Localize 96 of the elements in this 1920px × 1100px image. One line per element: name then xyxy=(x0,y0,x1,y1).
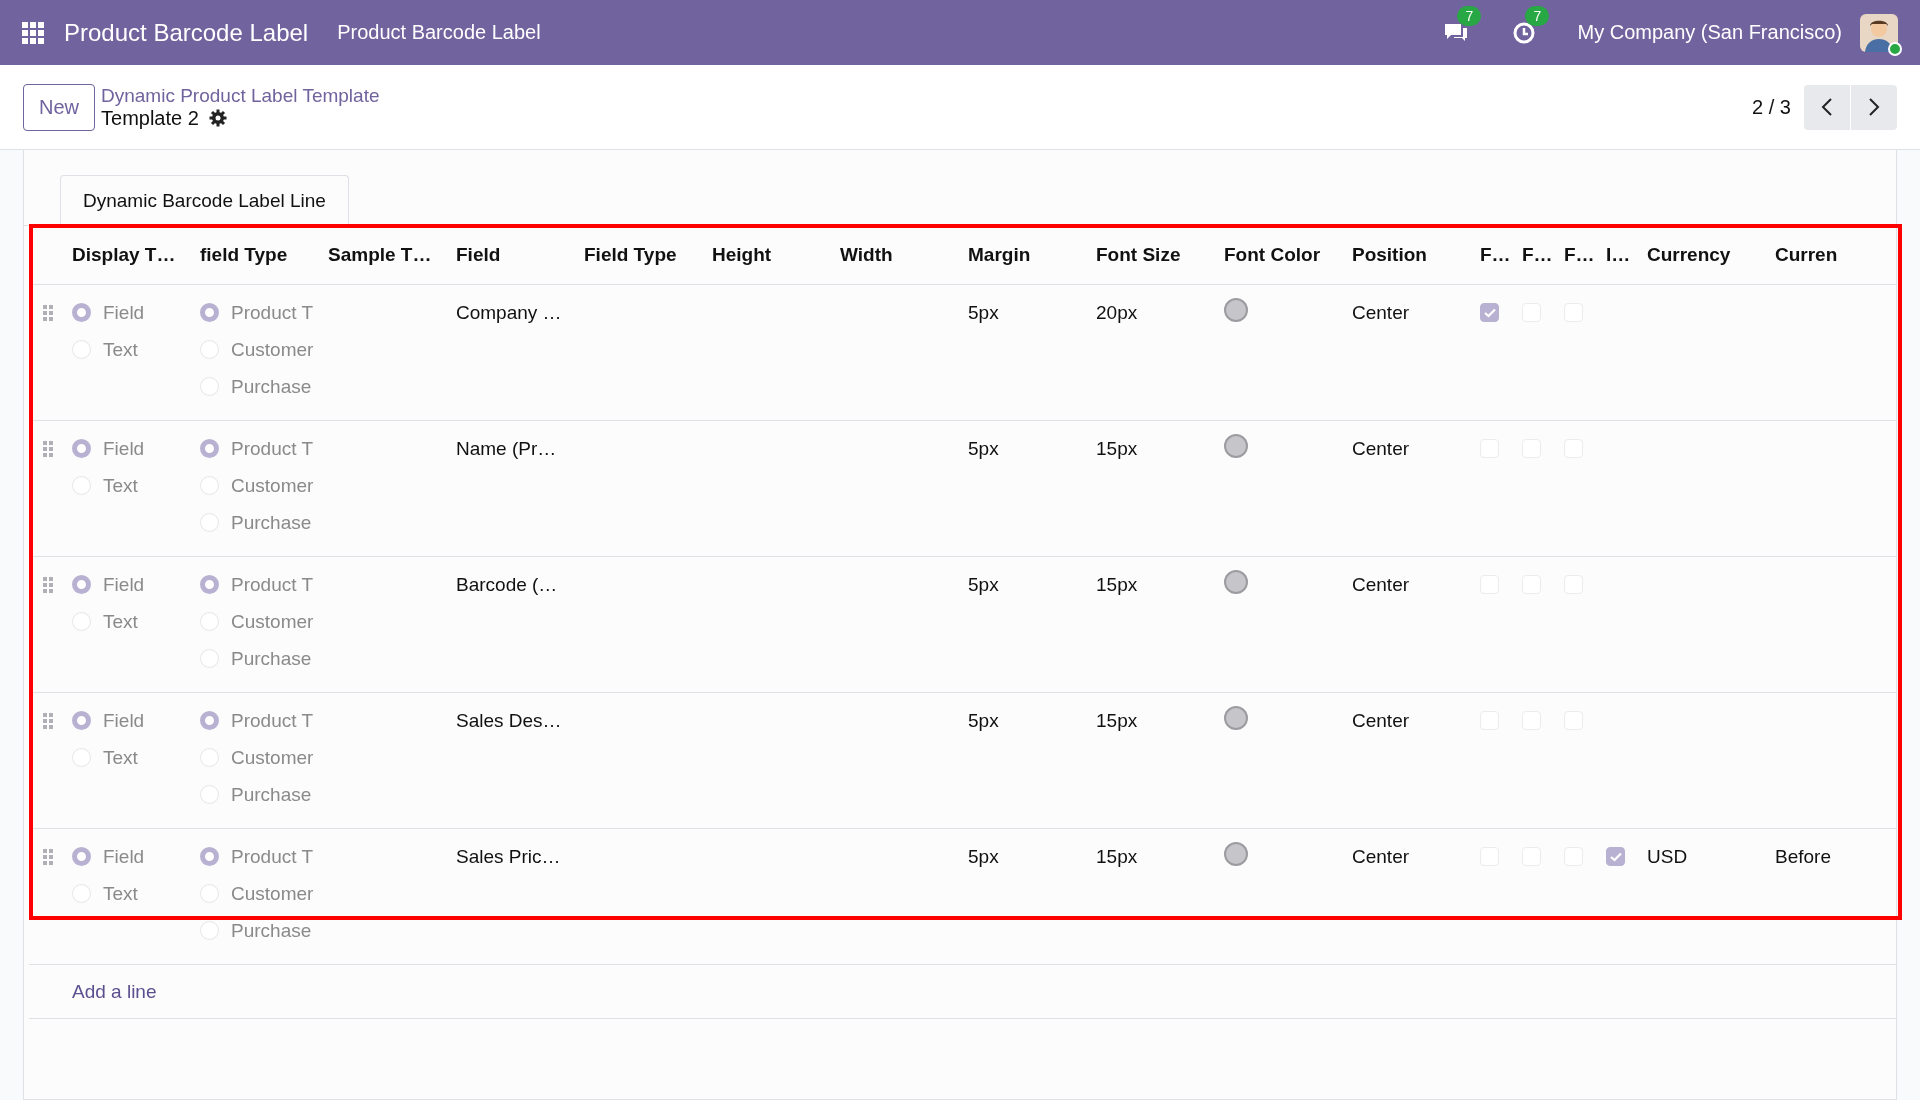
new-button[interactable]: New xyxy=(23,83,95,131)
chevron-right-icon xyxy=(1868,97,1880,117)
radio-option[interactable]: Purchase xyxy=(200,912,328,949)
table-cell: 15px xyxy=(1096,574,1138,595)
table-cell: Center xyxy=(1352,846,1410,867)
color-swatch[interactable] xyxy=(1224,842,1248,866)
table-cell: USD xyxy=(1647,846,1688,867)
radio-option[interactable]: Purchase xyxy=(200,776,328,813)
table-cell: Sales Des… xyxy=(456,710,562,731)
table-cell: 5px xyxy=(968,846,999,867)
table-cell: Company … xyxy=(456,302,562,323)
drag-handle-icon[interactable] xyxy=(43,304,53,321)
table-cell: 15px xyxy=(1096,438,1138,459)
message-count-badge: 7 xyxy=(1457,5,1482,26)
drag-handle-icon[interactable] xyxy=(43,712,53,729)
table-cell: 5px xyxy=(968,302,999,323)
radio-option[interactable]: Customer xyxy=(200,739,328,776)
checkbox[interactable] xyxy=(1606,847,1625,866)
radio-option[interactable]: Product T xyxy=(200,294,328,331)
radio-option[interactable]: Text xyxy=(72,739,200,776)
radio-option[interactable]: Text xyxy=(72,875,200,912)
column-header[interactable]: Display T… xyxy=(72,244,200,266)
table-cell: 5px xyxy=(968,574,999,595)
radio-option[interactable]: Field xyxy=(72,838,200,875)
radio-option[interactable]: Field xyxy=(72,430,200,467)
table-cell: 5px xyxy=(968,438,999,459)
radio-option[interactable]: Customer xyxy=(200,467,328,504)
radio-option[interactable]: Field xyxy=(72,566,200,603)
column-header[interactable]: I… xyxy=(1606,244,1647,266)
color-swatch[interactable] xyxy=(1224,434,1248,458)
radio-option[interactable]: Field xyxy=(72,702,200,739)
radio-option[interactable]: Customer xyxy=(200,875,328,912)
color-swatch[interactable] xyxy=(1224,298,1248,322)
radio-option[interactable]: Purchase xyxy=(200,368,328,405)
table-cell: 20px xyxy=(1096,302,1138,323)
table-cell: Center xyxy=(1352,302,1410,323)
table-cell: 15px xyxy=(1096,846,1138,867)
color-swatch[interactable] xyxy=(1224,570,1248,594)
column-header[interactable]: Margin xyxy=(968,244,1096,266)
add-line-link[interactable]: Add a line xyxy=(72,980,157,1003)
table-cell: Barcode (… xyxy=(456,574,558,595)
column-header[interactable]: F… xyxy=(1522,244,1564,266)
column-header[interactable]: Font Size xyxy=(1096,244,1224,266)
radio-option[interactable]: Customer xyxy=(200,331,328,368)
record-title: Template 2 xyxy=(101,106,199,130)
table-cell: 5px xyxy=(968,710,999,731)
breadcrumb-link[interactable]: Dynamic Product Label Template xyxy=(101,84,380,107)
table-cell: Center xyxy=(1352,574,1410,595)
radio-option[interactable]: Purchase xyxy=(200,640,328,677)
previous-button[interactable] xyxy=(1804,84,1850,130)
activity-count-badge: 7 xyxy=(1525,5,1550,26)
radio-option[interactable]: Text xyxy=(72,331,200,368)
table-cell: Before xyxy=(1775,846,1831,867)
menu-item[interactable]: Product Barcode Label xyxy=(337,21,541,44)
check-icon xyxy=(1609,851,1622,862)
table-cell: Name (Pr… xyxy=(456,438,557,459)
column-header[interactable]: Sample T… xyxy=(328,244,456,266)
drag-handle-icon[interactable] xyxy=(43,576,53,593)
radio-option[interactable]: Text xyxy=(72,467,200,504)
column-header[interactable]: F… xyxy=(1564,244,1606,266)
column-header[interactable]: Currency xyxy=(1647,244,1775,266)
chevron-left-icon xyxy=(1821,97,1833,117)
column-header[interactable]: field Type xyxy=(200,244,328,266)
column-header[interactable]: Field xyxy=(456,244,584,266)
radio-option[interactable]: Customer xyxy=(200,603,328,640)
column-header[interactable]: Width xyxy=(840,244,968,266)
column-header[interactable]: Height xyxy=(712,244,840,266)
column-header[interactable]: Position xyxy=(1352,244,1480,266)
radio-option[interactable]: Text xyxy=(72,603,200,640)
clock-icon[interactable] xyxy=(1512,20,1537,45)
table-cell: Center xyxy=(1352,438,1410,459)
checkbox[interactable] xyxy=(1480,303,1499,322)
table-cell: 15px xyxy=(1096,710,1138,731)
drag-handle-icon[interactable] xyxy=(43,848,53,865)
check-icon xyxy=(1483,307,1496,318)
radio-option[interactable]: Product T xyxy=(200,430,328,467)
tab[interactable]: Dynamic Barcode Label Line xyxy=(60,175,349,226)
radio-option[interactable]: Purchase xyxy=(200,504,328,541)
color-swatch[interactable] xyxy=(1224,706,1248,730)
table-cell: Center xyxy=(1352,710,1410,731)
radio-option[interactable]: Product T xyxy=(200,838,328,875)
settings-icon[interactable] xyxy=(208,109,227,127)
column-header[interactable]: F… xyxy=(1480,244,1522,266)
company-switcher[interactable]: My Company (San Francisco) xyxy=(1577,21,1842,44)
app-grid-icon[interactable] xyxy=(22,21,44,44)
column-header[interactable]: Font Color xyxy=(1224,244,1352,266)
drag-handle-icon[interactable] xyxy=(43,440,53,457)
next-button[interactable] xyxy=(1851,84,1897,130)
radio-option[interactable]: Product T xyxy=(200,566,328,603)
pager-counter: 2 / 3 xyxy=(1752,95,1791,119)
app-name[interactable]: Product Barcode Label xyxy=(64,18,309,47)
radio-option[interactable]: Field xyxy=(72,294,200,331)
column-header[interactable]: Curren xyxy=(1775,244,1896,266)
column-header[interactable]: Field Type xyxy=(584,244,712,266)
radio-option[interactable]: Product T xyxy=(200,702,328,739)
table-cell: Sales Pric… xyxy=(456,846,561,867)
